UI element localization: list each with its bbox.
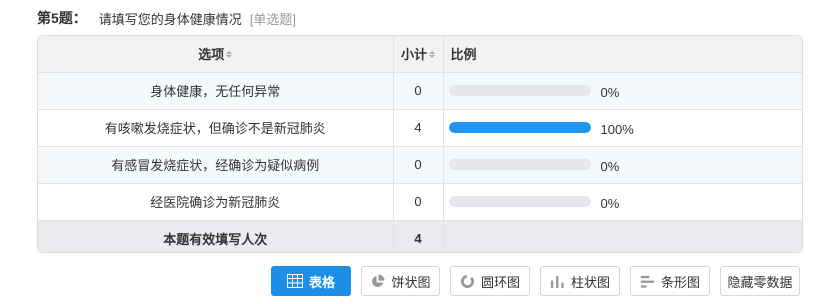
- question-type: [单选题]: [249, 11, 297, 27]
- percent-bar-track: [448, 122, 591, 133]
- total-label: 本题有效填写人次: [38, 220, 394, 252]
- option-label: 有感冒发烧症状，经确诊为疑似病例: [38, 146, 394, 184]
- bar-chart-button[interactable]: 条形图: [630, 266, 710, 296]
- view-toolbar: 表格 饼状图 圆环图 柱状图 条形图 隐藏零数据: [271, 266, 800, 296]
- percent-bar-track: [448, 85, 591, 96]
- question-text: 请填写您的身体健康情况: [98, 11, 242, 27]
- header-count[interactable]: 小计: [393, 36, 444, 73]
- table-row: 有感冒发烧症状，经确诊为疑似病例 0 0%: [38, 146, 802, 184]
- table-view-label: 表格: [308, 274, 335, 290]
- percent-label: 0%: [600, 85, 620, 100]
- option-label: 身体健康，无任何异常: [38, 72, 394, 110]
- hide-zero-button[interactable]: 隐藏零数据: [720, 266, 800, 296]
- pie-chart-icon: [372, 273, 386, 287]
- pie-chart-button[interactable]: 饼状图: [361, 266, 440, 296]
- percent-bar-track: [448, 196, 591, 207]
- option-count: 0: [393, 146, 444, 184]
- percent-label: 0%: [600, 196, 620, 211]
- column-chart-button[interactable]: 柱状图: [540, 266, 620, 296]
- column-chart-icon: [550, 275, 564, 288]
- table-view-button[interactable]: 表格: [271, 266, 351, 296]
- option-label: 有咳嗽发烧症状，但确诊不是新冠肺炎: [38, 109, 394, 147]
- option-count: 4: [393, 109, 444, 147]
- header-option[interactable]: 选项: [38, 36, 394, 73]
- table-icon: [286, 274, 303, 288]
- question-title: 第5题： 请填写您的身体健康情况 [单选题]: [37, 8, 296, 28]
- sort-icon[interactable]: [226, 51, 232, 58]
- ring-chart-icon: [460, 274, 475, 288]
- table-header-row: 选项 小计 比例: [38, 36, 802, 73]
- bar-chart-icon: [640, 275, 655, 288]
- table-row: 身体健康，无任何异常 0 0%: [38, 72, 802, 110]
- question-number: 第5题：: [37, 10, 87, 26]
- percent-bar-fill: [448, 122, 591, 133]
- column-chart-label: 柱状图: [570, 274, 610, 290]
- pie-chart-label: 饼状图: [391, 274, 431, 290]
- ring-chart-button[interactable]: 圆环图: [450, 266, 530, 296]
- table-row: 有咳嗽发烧症状，但确诊不是新冠肺炎 4 100%: [38, 109, 802, 147]
- total-row: 本题有效填写人次 4: [38, 220, 802, 252]
- option-count: 0: [393, 72, 444, 110]
- header-ratio: 比例: [443, 36, 802, 73]
- percent-bar-track: [448, 159, 591, 170]
- results-table: 选项 小计 比例 身体健康，无任何异常 0 0% 有咳嗽发烧症状，但确诊不是新冠…: [37, 35, 803, 253]
- option-label: 经医院确诊为新冠肺炎: [38, 183, 394, 221]
- bar-chart-label: 条形图: [660, 274, 700, 290]
- table-row: 经医院确诊为新冠肺炎 0 0%: [38, 183, 802, 221]
- sort-icon[interactable]: [429, 51, 435, 58]
- ring-chart-label: 圆环图: [480, 274, 520, 290]
- total-count: 4: [393, 220, 444, 252]
- hide-zero-label: 隐藏零数据: [727, 274, 793, 290]
- percent-label: 0%: [600, 159, 620, 174]
- percent-label: 100%: [600, 122, 634, 137]
- option-count: 0: [393, 183, 444, 221]
